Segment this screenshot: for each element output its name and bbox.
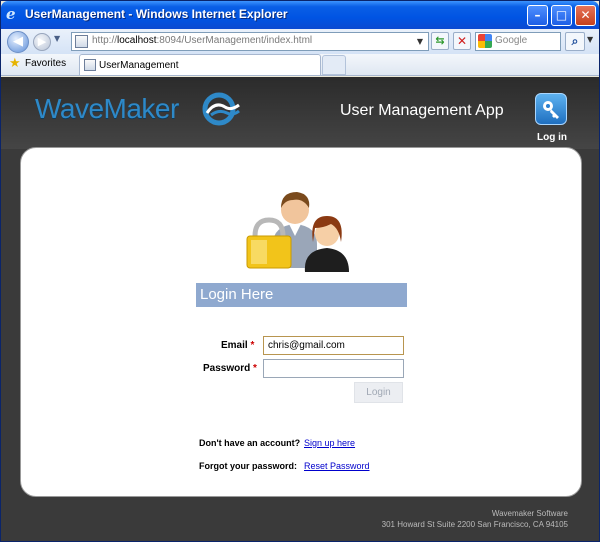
password-label: Password * [203,363,257,374]
wave-logo-icon [202,92,240,126]
required-marker: * [250,340,255,351]
email-label: Email * [221,340,255,351]
app-header: WaveMaker User Management App Log in [1,77,599,149]
window-title: UserManagement - Windows Internet Explor… [25,7,288,21]
browser-window: e UserManagement - Windows Internet Expl… [0,0,600,542]
wavemaker-logo: WaveMaker [35,93,179,124]
favorites-bar: ★ Favorites UserManagement [1,54,599,76]
tab-usermanagement[interactable]: UserManagement [79,54,321,75]
login-panel: Login Here Email * chris@gmail.com Passw… [20,147,582,497]
users-lock-icon [246,192,349,272]
recent-pages-dropdown-icon[interactable]: ▼ [54,34,60,43]
maximize-button[interactable]: □ [551,5,572,26]
address-bar[interactable]: http://localhost:8094/UserManagement/ind… [71,32,429,51]
google-icon [478,34,492,48]
search-icon[interactable]: ⌕ [565,32,585,51]
page-icon [84,59,96,71]
star-icon[interactable]: ★ [9,56,21,71]
search-input[interactable]: Google [475,32,561,51]
search-placeholder: Google [495,35,528,46]
tab-label: UserManagement [99,60,179,71]
back-button[interactable]: ◀ [7,31,29,53]
title-bar: e UserManagement - Windows Internet Expl… [1,1,599,29]
login-heading: Login Here [200,286,274,303]
no-account-text: Don't have an account? [199,438,301,448]
footer-company: Wavemaker Software [491,509,568,518]
login-button[interactable]: Login [354,382,403,403]
refresh-icon[interactable]: ⇆ [431,32,449,50]
address-dropdown-icon[interactable]: ▼ [414,34,426,49]
app-title: User Management App [340,102,504,119]
signup-link[interactable]: Sign up here [304,438,355,448]
login-link[interactable]: Log in [537,132,567,143]
minimize-button[interactable]: – [527,5,548,26]
stop-icon[interactable]: ✕ [453,32,471,50]
navigation-bar: ◀ ▶ ▼ http://localhost:8094/UserManageme… [1,29,599,54]
forward-button[interactable]: ▶ [33,33,51,51]
new-tab-button[interactable] [322,55,346,75]
login-key-icon[interactable] [535,93,567,125]
reset-password-link[interactable]: Reset Password [304,461,370,471]
page-icon [75,35,88,48]
email-field[interactable]: chris@gmail.com [263,336,404,355]
address-text[interactable]: http://localhost:8094/UserManagement/ind… [92,35,312,46]
password-field[interactable] [263,359,404,378]
close-button[interactable]: ✕ [575,5,596,26]
login-heading-bar: Login Here [196,283,407,307]
ie-icon: e [6,5,16,23]
favorites-button[interactable]: Favorites [25,58,66,69]
page-content: WaveMaker User Management App Log in Log… [1,77,599,541]
search-options-dropdown-icon[interactable]: ▼ [587,35,593,44]
required-marker: * [253,363,257,374]
forgot-password-text: Forgot your password: [199,461,298,471]
footer-address: 301 Howard St Suite 2200 San Francisco, … [381,520,568,529]
